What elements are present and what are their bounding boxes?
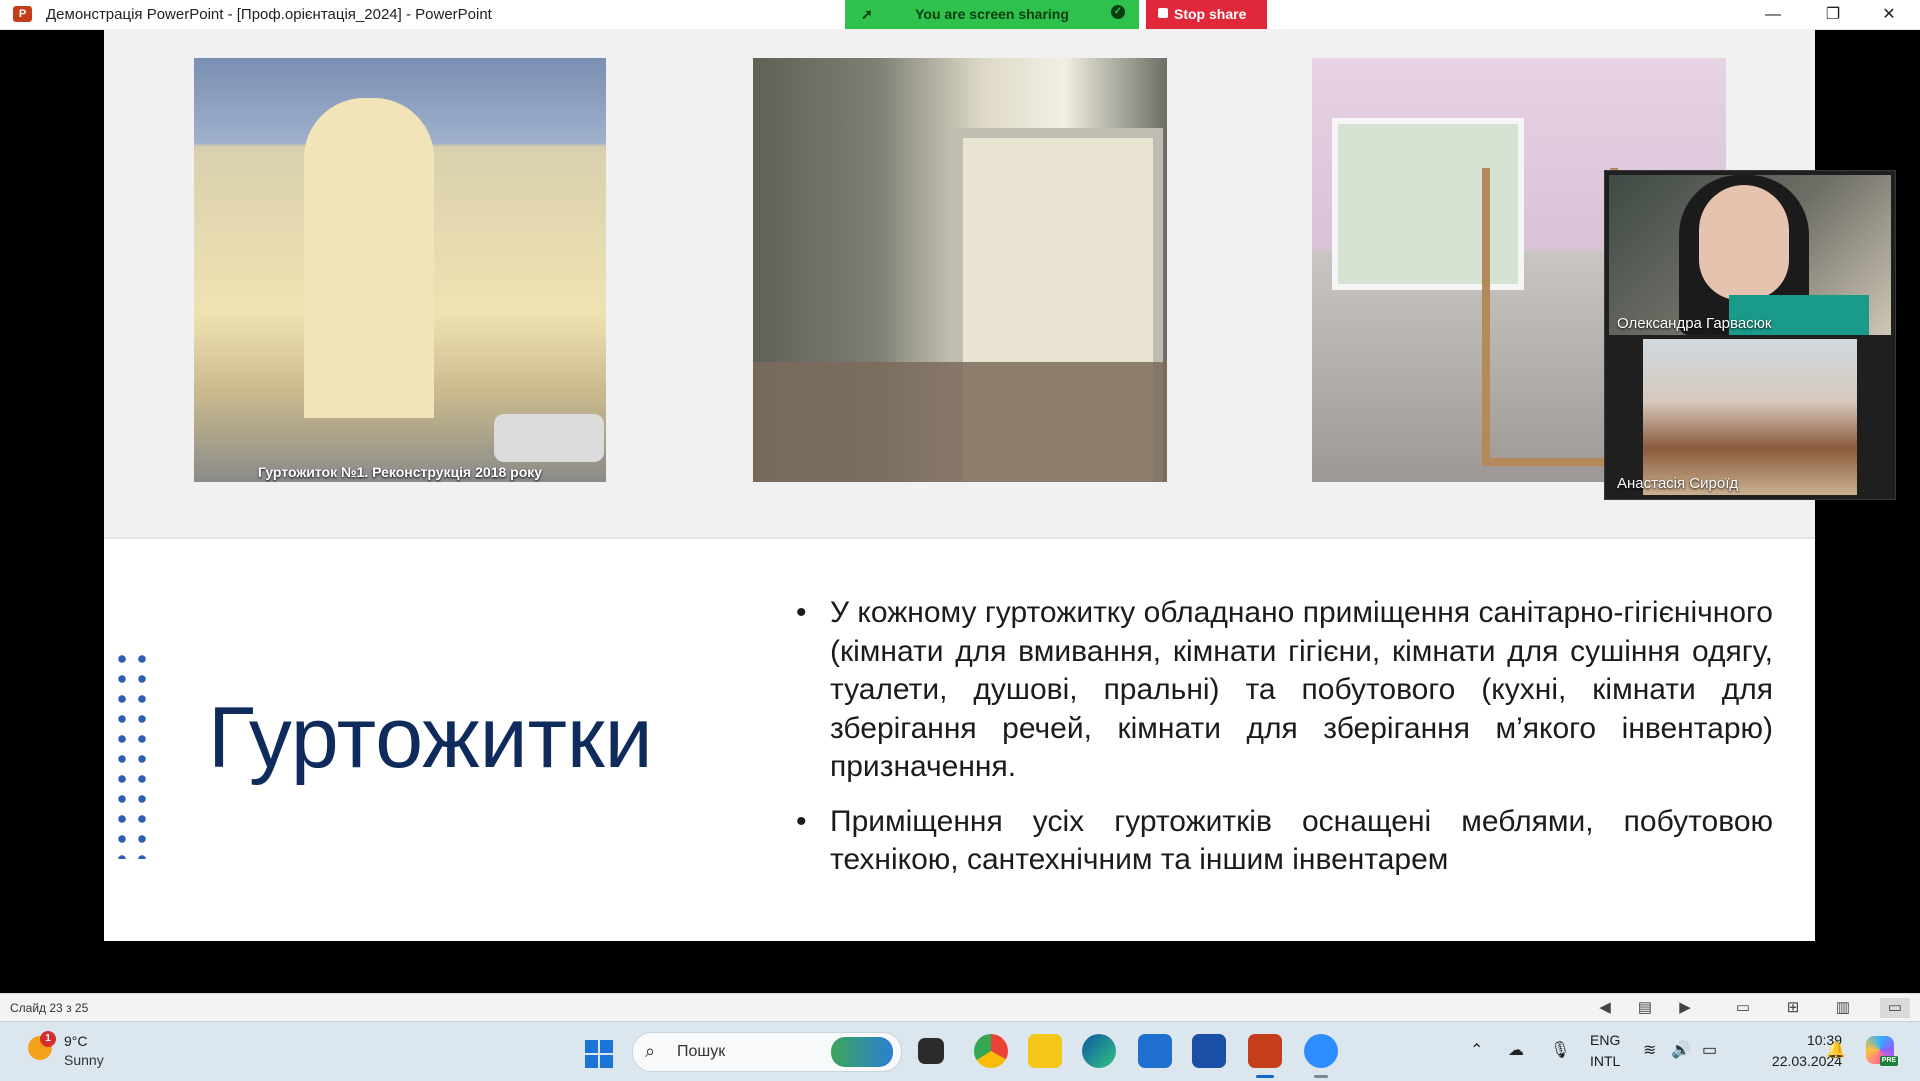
- next-icon[interactable]: ▶: [1674, 998, 1696, 1018]
- slide-title: Гуртожитки: [208, 690, 653, 786]
- bullet-dot: •: [796, 596, 807, 629]
- bunk-bed-shape: [1482, 168, 1618, 466]
- dorm-room-doorway-photo: [753, 58, 1167, 482]
- photo-band: Гуртожиток №1. Реконструкція 2018 року: [104, 29, 1815, 537]
- minimize-button[interactable]: —: [1750, 0, 1796, 29]
- bullet-item: • Приміщення усіх гуртожитків оснащені м…: [796, 803, 1773, 880]
- screen-sharing-indicator[interactable]: ➚ You are screen sharing ✓: [845, 0, 1139, 29]
- slide-counter: Слайд 23 з 25: [10, 1001, 89, 1015]
- input-layout[interactable]: INTL: [1590, 1053, 1620, 1069]
- shield-check-icon: ✓: [1111, 5, 1125, 19]
- floor-shape: [753, 362, 1167, 482]
- bullet-dot: •: [796, 804, 807, 838]
- slideshow-icon[interactable]: ▭: [1880, 998, 1910, 1018]
- reading-view-icon[interactable]: ▥: [1832, 998, 1854, 1018]
- decorative-dot-grid: [112, 649, 152, 859]
- close-button[interactable]: ✕: [1866, 0, 1912, 29]
- notification-badge: 1: [40, 1031, 56, 1047]
- app-m-icon[interactable]: [1192, 1034, 1226, 1068]
- wifi-icon[interactable]: ≋: [1643, 1040, 1656, 1060]
- building-tower-shape: [304, 98, 434, 418]
- bullet-item: • У кожному гуртожитку обладнано приміще…: [796, 594, 1773, 787]
- weather-condition[interactable]: Sunny: [64, 1052, 104, 1068]
- status-bar: Слайд 23 з 25 ◀ ▤ ▶ ▭ ⊞ ▥ ▭: [0, 993, 1920, 1022]
- restore-button[interactable]: ❐: [1810, 0, 1856, 29]
- input-language[interactable]: ENG: [1590, 1032, 1620, 1048]
- participant-video-tile[interactable]: Олександра Гарвасюк: [1609, 175, 1891, 335]
- previous-icon[interactable]: ◀: [1594, 998, 1616, 1018]
- chevron-up-icon[interactable]: ⌃: [1470, 1040, 1483, 1060]
- taskbar: 1 9°C Sunny ⌕ Пошук ⌃ ☁ 🎙 ENG INTL ≋ 🔊 ▭…: [0, 1021, 1920, 1081]
- participant-name: Олександра Гарвасюк: [1617, 315, 1772, 332]
- photo-caption: Гуртожиток №1. Реконструкція 2018 року: [257, 464, 543, 480]
- file-explorer-icon[interactable]: [1028, 1034, 1062, 1068]
- microsoft-store-icon[interactable]: [1138, 1034, 1172, 1068]
- powerpoint-app-icon[interactable]: P: [13, 6, 32, 22]
- stop-share-label: Stop share: [1174, 6, 1247, 22]
- zoom-icon[interactable]: [1304, 1034, 1338, 1068]
- participant-video-tile[interactable]: [1643, 339, 1857, 495]
- search-highlight-image: [831, 1037, 893, 1067]
- windows-start-icon[interactable]: [585, 1040, 613, 1068]
- car-shape: [494, 414, 604, 462]
- task-view-icon[interactable]: [918, 1038, 944, 1064]
- video-participants-panel[interactable]: Олександра Гарвасюк Анастасія Сироїд: [1604, 170, 1896, 500]
- section-divider: [104, 537, 1815, 539]
- volume-icon[interactable]: 🔊: [1671, 1040, 1691, 1060]
- participant-face-shape: [1699, 185, 1789, 300]
- weather-temperature[interactable]: 9°C: [64, 1033, 88, 1049]
- stop-share-button[interactable]: Stop share: [1146, 0, 1267, 29]
- chrome-icon[interactable]: [974, 1034, 1008, 1068]
- normal-view-icon[interactable]: ▭: [1732, 998, 1754, 1018]
- dormitory-building-photo: Гуртожиток №1. Реконструкція 2018 року: [194, 58, 606, 482]
- powerpoint-icon[interactable]: [1248, 1034, 1282, 1068]
- search-input[interactable]: ⌕ Пошук: [632, 1032, 902, 1072]
- screen-sharing-text: You are screen sharing: [915, 6, 1069, 22]
- slide-sorter-icon[interactable]: ⊞: [1782, 998, 1804, 1018]
- preview-badge: PRE: [1880, 1056, 1898, 1066]
- running-app-indicator: [1314, 1075, 1328, 1078]
- stop-icon: [1158, 8, 1168, 18]
- battery-icon[interactable]: ▭: [1702, 1040, 1717, 1060]
- participant-name: Анастасія Сироїд: [1617, 475, 1739, 492]
- slide-canvas: Гуртожиток №1. Реконструкція 2018 року Г…: [104, 29, 1815, 941]
- search-placeholder: Пошук: [677, 1043, 726, 1060]
- cloud-sync-icon[interactable]: ☁: [1508, 1040, 1524, 1060]
- microphone-icon[interactable]: 🎙: [1550, 1040, 1570, 1060]
- bullet-list: • У кожному гуртожитку обладнано приміще…: [796, 594, 1773, 896]
- title-bar: P Демонстрація PowerPoint - [Проф.орієнт…: [0, 0, 1920, 30]
- search-icon: ⌕: [645, 1041, 656, 1061]
- bullet-text: Приміщення усіх гуртожитків оснащені меб…: [830, 804, 1773, 877]
- menu-icon[interactable]: ▤: [1634, 998, 1656, 1018]
- edge-icon[interactable]: [1082, 1034, 1116, 1068]
- window-title: Демонстрація PowerPoint - [Проф.орієнтац…: [46, 6, 492, 23]
- active-app-indicator: [1256, 1075, 1274, 1078]
- notification-bell-icon[interactable]: 🔔: [1826, 1040, 1846, 1060]
- bullet-text: У кожному гуртожитку обладнано приміщенн…: [830, 596, 1773, 783]
